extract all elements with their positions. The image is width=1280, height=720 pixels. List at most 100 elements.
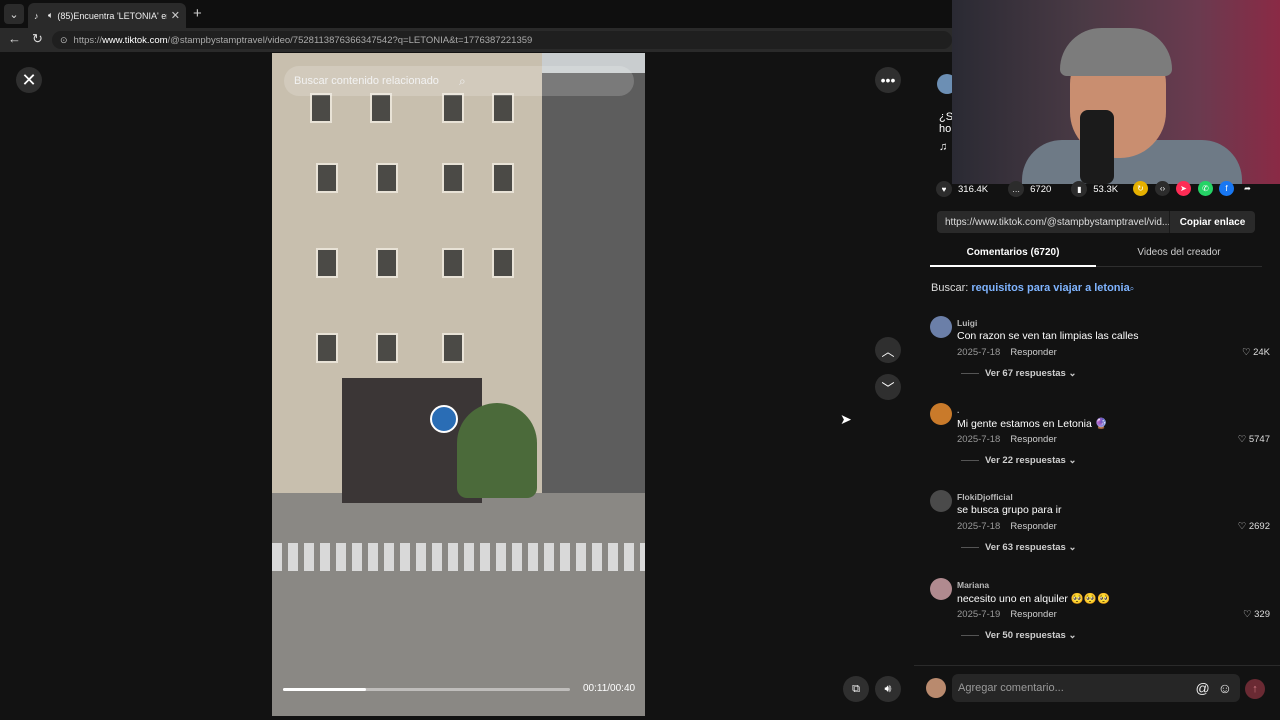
comment-username[interactable]: FlokiDjofficial [957,492,1013,502]
send-comment-button[interactable]: ↑ [1245,679,1265,699]
tab-creator-videos[interactable]: Videos del creador [1096,247,1262,258]
search-suggestion-label: Buscar: [931,282,969,294]
site-info-icon[interactable]: ⊙ [60,35,68,46]
commenter-avatar[interactable] [930,316,952,338]
share-link-box: https://www.tiktok.com/@stampbystamptrav… [937,211,1255,233]
related-search-input[interactable]: Buscar contenido relacionado ⌕ [284,66,634,96]
chevron-down-icon: ⌄ [1065,368,1077,379]
video-building-right [542,73,645,513]
previous-video-button[interactable]: ︿ [875,337,901,363]
comment-date: 2025-7-18 [957,347,1001,358]
building-window [492,248,514,278]
comment-username[interactable]: . [957,405,959,415]
heart-icon[interactable]: ♥ [936,181,952,197]
comment-item: Luigi Con razon se ven tan limpias las ca… [930,316,1270,396]
pip-button[interactable]: ⧉ [843,676,869,702]
bookmark-icon[interactable]: ▮ [1071,181,1088,197]
building-window [310,93,332,123]
comment-like-count: 329 [1254,609,1270,620]
share-link-text[interactable]: https://www.tiktok.com/@stampbystamptrav… [937,217,1169,228]
search-suggestion-link[interactable]: requisitos para viajar a letonia [971,282,1129,294]
share-repost-icon[interactable]: ↻ [1133,181,1148,196]
embed-icon[interactable]: ‹› [1155,181,1170,196]
volume-icon: 🔊︎ [884,682,892,695]
building-window [376,333,398,363]
heart-outline-icon: ♡ [1237,521,1249,532]
building-window [316,248,338,278]
speaker-icon[interactable]: 🔈︎ [48,10,53,21]
browser-tab[interactable]: ♪ 🔈︎ (85)Encuentra 'LETONIA' en T ✕ [28,3,186,28]
commenter-avatar[interactable] [930,403,952,425]
building-window [316,163,338,193]
view-replies-button[interactable]: Ver 22 respuestas ⌄ [961,455,1076,466]
comment-input[interactable]: Agregar comentario... @ ☺ [952,674,1240,702]
commenter-avatar[interactable] [930,490,952,512]
engagement-bar: ♥ 316.4K … 6720 ▮ 53.3K [936,181,1118,197]
comment-meta: 2025-7-18 Responder [957,347,1057,358]
video-progress-bar[interactable] [283,688,570,691]
reply-button[interactable]: Responder [1010,521,1056,532]
chevron-up-icon: ︿ [881,343,895,359]
related-search-placeholder: Buscar contenido relacionado [294,75,439,87]
mention-icon[interactable]: @ [1195,680,1209,696]
view-replies-label: Ver 63 respuestas [985,542,1066,553]
view-replies-button[interactable]: Ver 63 respuestas ⌄ [961,542,1076,553]
comment-likes[interactable]: ♡ 24K [1242,347,1270,358]
more-options-button[interactable]: ••• [875,67,901,93]
view-replies-button[interactable]: Ver 67 respuestas ⌄ [961,368,1076,379]
new-tab-button[interactable]: + [193,5,202,22]
comment-text: necesito uno en alquiler 🥺🥺🥺 [957,593,1111,605]
comment-icon[interactable]: … [1008,181,1025,197]
url-prefix: https:// [73,34,103,46]
reply-button[interactable]: Responder [1010,347,1056,358]
comment-likes[interactable]: ♡ 2692 [1238,521,1270,532]
search-icon[interactable]: ⌕ [459,74,624,89]
video-progress-fill [283,688,367,691]
commenter-avatar[interactable] [930,578,952,600]
url-path: /@stampbystamptravel/video/7528113876366… [167,34,533,46]
volume-button[interactable]: 🔊︎ [875,676,901,702]
active-tab-underline [930,265,1096,267]
likes-count: 316.4K [958,183,989,195]
tab-list-button[interactable]: ⌄ [4,4,24,24]
comment-placeholder: Agregar comentario... [958,682,1064,694]
building-window [376,163,398,193]
webcam-microphone [1080,110,1114,184]
url-field[interactable]: ⊙ https://www.tiktok.com/@stampbystamptr… [52,31,952,49]
comment-likes[interactable]: ♡ 5747 [1238,434,1270,445]
reply-button[interactable]: Responder [1010,609,1056,620]
building-window [376,248,398,278]
tab-comments[interactable]: Comentarios (6720) [930,247,1096,258]
facebook-icon[interactable]: f [1219,181,1234,196]
whatsapp-icon[interactable]: ✆ [1198,181,1213,196]
building-window [442,163,464,193]
search-icon: ⌕ [1129,284,1135,293]
chevron-down-icon: ⌄ [1065,542,1077,553]
mouse-cursor-icon: ➤ [840,411,852,427]
copy-link-button[interactable]: Copiar enlace [1169,211,1255,233]
next-video-button[interactable]: ﹀ [875,374,901,400]
comment-date: 2025-7-19 [957,609,1001,620]
webcam-overlay [952,0,1280,184]
comment-item: FlokiDjofficial se busca grupo para ir 202… [930,490,1270,570]
send-to-friends-icon[interactable]: ➤ [1176,181,1191,196]
emoji-icon[interactable]: ☺ [1218,680,1232,696]
webcam-person-cap [1060,28,1172,76]
reload-icon[interactable]: ↻ [32,31,43,47]
saves-count: 53.3K [1093,183,1119,195]
comment-date: 2025-7-18 [957,434,1001,445]
share-arrow-icon[interactable]: ➦ [1240,181,1255,196]
building-window [492,93,514,123]
close-tab-icon[interactable]: ✕ [171,9,180,22]
view-replies-button[interactable]: Ver 50 respuestas ⌄ [961,630,1076,641]
chevron-down-icon: ⌄ [1065,455,1077,466]
close-video-button[interactable]: ✕ [16,67,42,93]
video-player[interactable] [272,53,645,716]
reply-button[interactable]: Responder [1010,434,1056,445]
comment-username[interactable]: Luigi [957,318,977,328]
search-suggestion: Buscar: requisitos para viajar a letonia… [931,282,1134,294]
back-icon[interactable]: ← [8,31,21,46]
comment-likes[interactable]: ♡ 329 [1243,609,1270,620]
comment-username[interactable]: Mariana [957,580,989,590]
comment-text: se busca grupo para ir [957,504,1062,516]
